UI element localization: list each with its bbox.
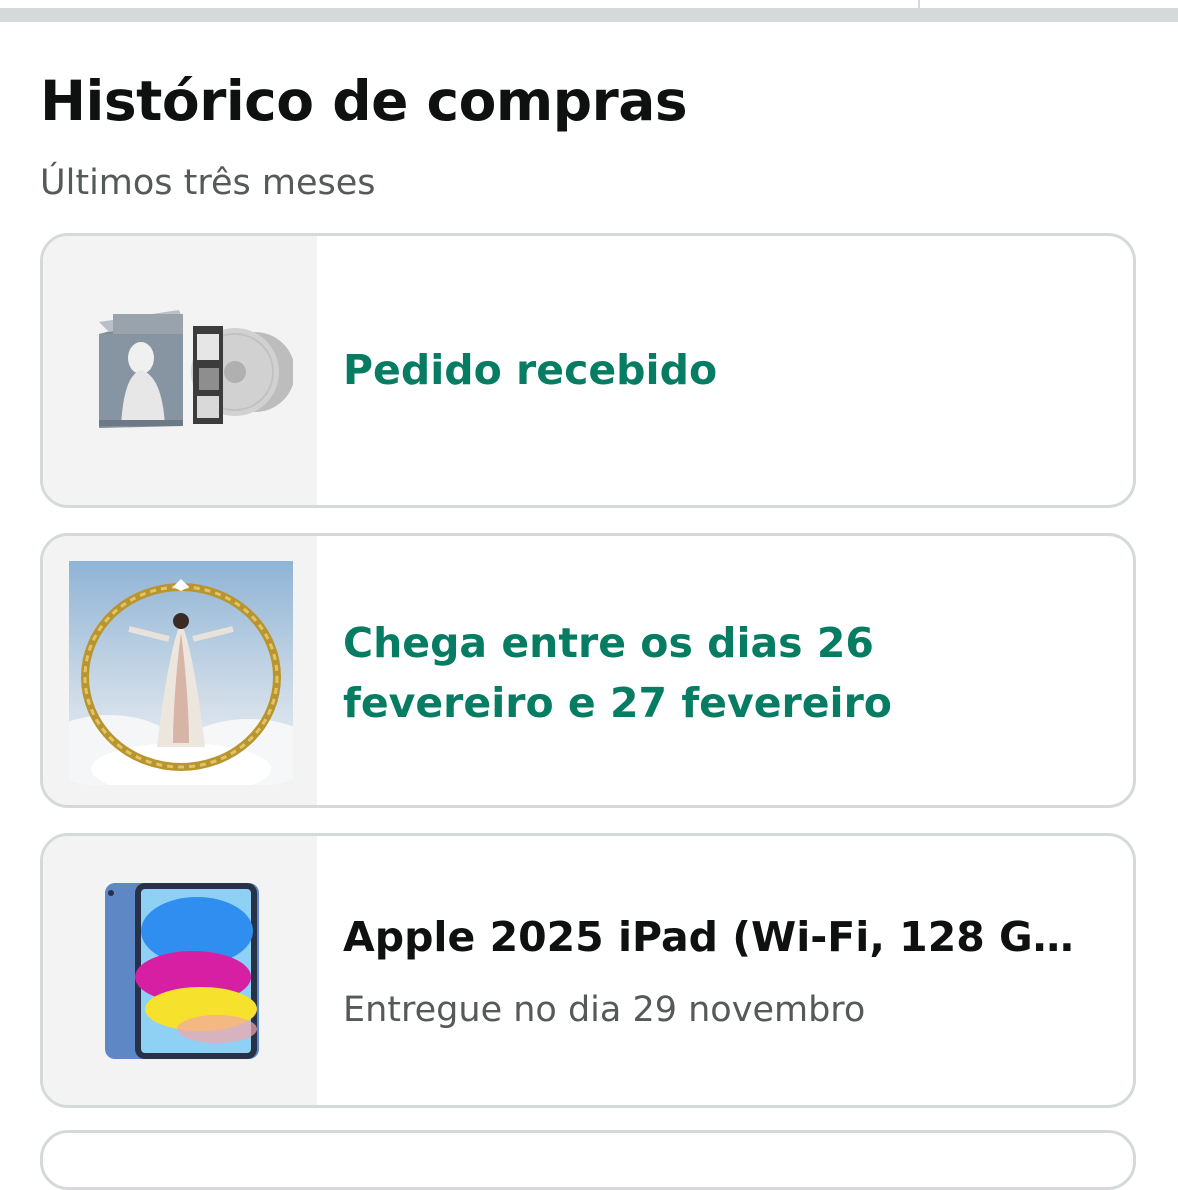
top-tab-strip <box>0 0 1178 22</box>
order-card-4[interactable] <box>40 1130 1136 1190</box>
product-thumbnail[interactable] <box>43 236 317 505</box>
tab-underline <box>0 8 1178 22</box>
vinyl-album-icon <box>69 262 295 486</box>
delivery-status: Entregue no dia 29 novembro <box>343 990 866 1030</box>
product-thumbnail[interactable] <box>43 536 319 805</box>
product-title[interactable]: Apple 2025 iPad (Wi-Fi, 128 GB) -... <box>343 909 1093 965</box>
page-subtitle: Últimos três meses <box>40 163 376 203</box>
order-card-3[interactable]: Apple 2025 iPad (Wi-Fi, 128 GB) -... Ent… <box>40 833 1136 1108</box>
order-status: Pedido recebido <box>343 346 718 394</box>
order-card-1[interactable]: Pedido recebido <box>40 233 1136 508</box>
order-card-2[interactable]: Chega entre os dias 26 fevereiro e 27 fe… <box>40 533 1136 808</box>
order-status: Chega entre os dias 26 fevereiro e 27 fe… <box>343 619 892 727</box>
ipad-icon <box>69 861 293 1085</box>
product-thumbnail[interactable] <box>43 836 317 1105</box>
page-title: Histórico de compras <box>40 69 688 133</box>
album-cover-icon <box>43 561 319 795</box>
tab-divider <box>918 0 920 8</box>
